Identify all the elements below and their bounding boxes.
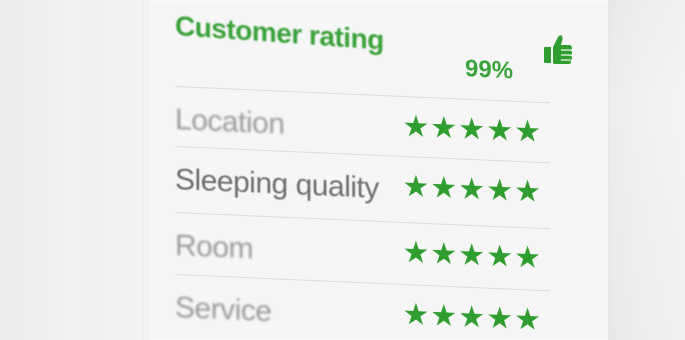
screen-scene: Customer rating 99% Location ★★★★★ Sleep… (0, 0, 685, 340)
page-title: Customer rating (175, 10, 384, 56)
rating-row-service: Service ★★★★★ (175, 274, 550, 340)
card-edge-line (142, 0, 143, 340)
rating-row-room: Room ★★★★★ (175, 212, 550, 286)
right-background-panel (608, 0, 685, 340)
five-star-rating-icon: ★★★★★ (402, 168, 542, 211)
rating-row-sleeping-quality: Sleeping quality ★★★★★ (175, 146, 550, 220)
thumbs-up-icon (544, 35, 572, 64)
rating-label-sleeping-quality: Sleeping quality (175, 163, 379, 205)
left-background (0, 0, 80, 340)
rating-label-location: Location (175, 103, 285, 141)
rating-percentage: 99% (465, 55, 514, 85)
five-star-rating-icon: ★★★★★ (402, 234, 542, 277)
rating-header: Customer rating 99% (175, 10, 575, 85)
rating-label-service: Service (175, 291, 272, 329)
five-star-rating-icon: ★★★★★ (402, 296, 542, 339)
rating-card: Customer rating 99% Location ★★★★★ Sleep… (150, 0, 611, 340)
rating-label-room: Room (175, 229, 254, 266)
five-star-rating-icon: ★★★★★ (402, 108, 542, 151)
